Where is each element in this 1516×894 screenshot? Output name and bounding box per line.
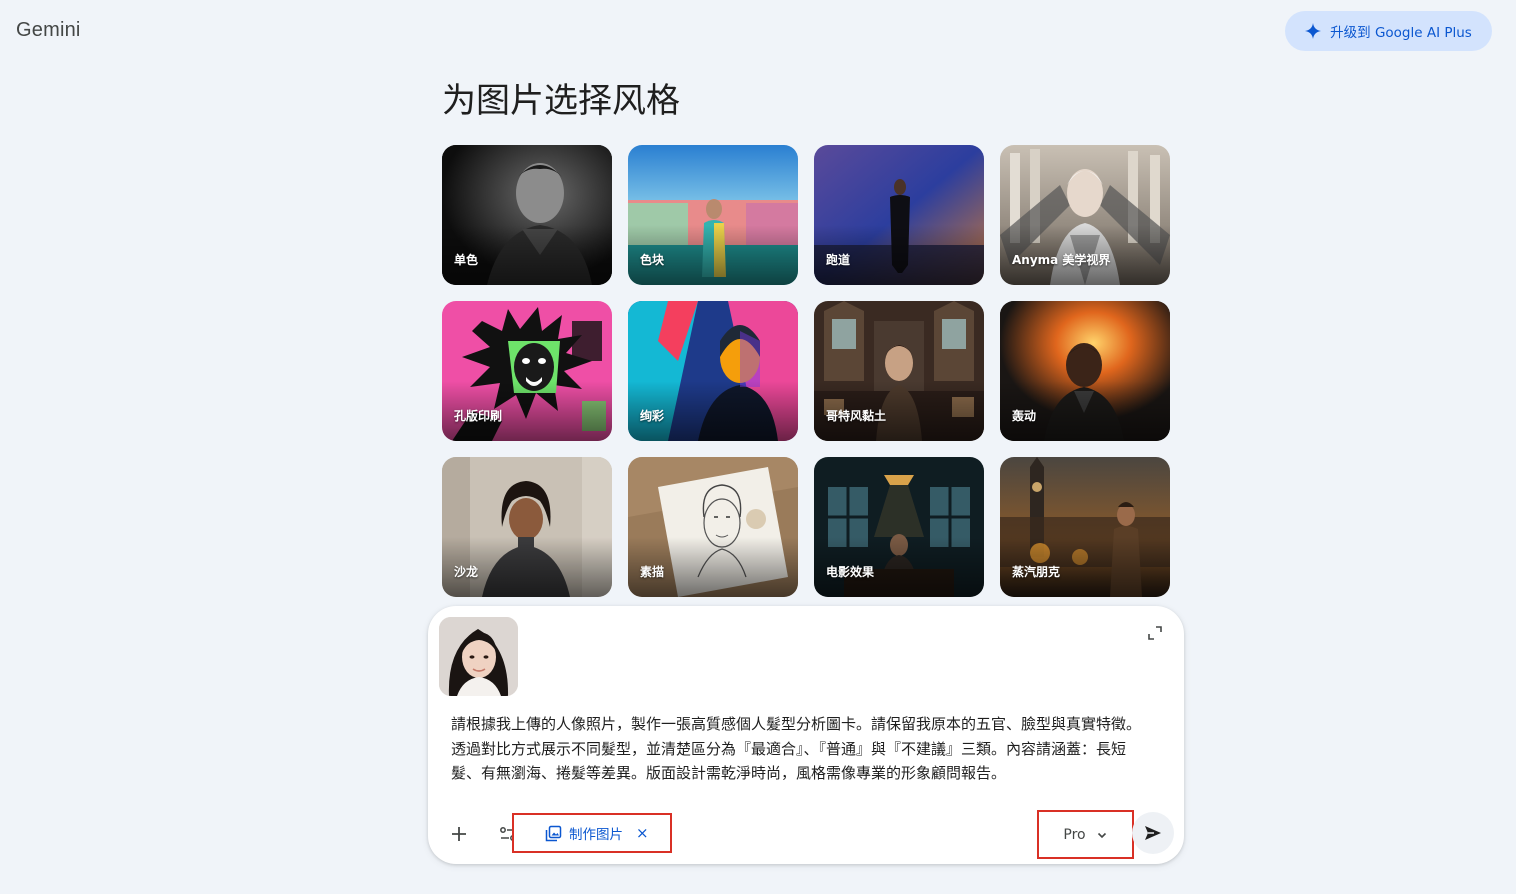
- style-card-steampunk[interactable]: 蒸汽朋克: [1000, 457, 1170, 597]
- make-image-label: 制作图片: [569, 827, 623, 843]
- style-card-risograph[interactable]: 孔版印刷: [442, 301, 612, 441]
- style-label: 蒸汽朋克: [1012, 565, 1061, 579]
- gemini-app: Gemini 升级到 Google AI Plus 为图片选择风格 单色 色块 …: [0, 0, 1516, 894]
- attached-image-thumbnail[interactable]: [439, 617, 518, 696]
- send-button[interactable]: [1132, 812, 1174, 854]
- style-label: 素描: [640, 565, 665, 579]
- style-label: 沙龙: [454, 565, 479, 579]
- send-icon: [1145, 826, 1161, 840]
- model-label: Pro: [1063, 826, 1086, 843]
- image-gallery-icon: [545, 825, 562, 841]
- style-card-monochrome[interactable]: 单色: [442, 145, 612, 285]
- style-card-salon[interactable]: 沙龙: [442, 457, 612, 597]
- style-card-runway[interactable]: 跑道: [814, 145, 984, 285]
- style-card-cinematic[interactable]: 电影效果: [814, 457, 984, 597]
- style-label: 哥特风黏土: [826, 409, 887, 423]
- prompt-composer: 請根據我上傳的人像照片，製作一張高質感個人髮型分析圖卡。請保留我原本的五官、臉型…: [428, 606, 1184, 864]
- upgrade-button[interactable]: 升级到 Google AI Plus: [1285, 11, 1492, 51]
- style-card-vibrant[interactable]: 绚彩: [628, 301, 798, 441]
- expand-icon[interactable]: [1146, 624, 1164, 642]
- style-label: 绚彩: [640, 409, 665, 423]
- style-label: 孔版印刷: [454, 409, 503, 423]
- style-label: 轰动: [1012, 409, 1037, 423]
- style-label: 跑道: [826, 253, 851, 267]
- chevron-down-icon: [1097, 832, 1106, 838]
- style-card-gothic-clay[interactable]: 哥特风黏土: [814, 301, 984, 441]
- style-card-color-block[interactable]: 色块: [628, 145, 798, 285]
- style-card-explosive[interactable]: 轰动: [1000, 301, 1170, 441]
- style-card-anyma[interactable]: Anyma 美学视界: [1000, 145, 1170, 285]
- style-label: 单色: [454, 253, 479, 267]
- plus-icon: [452, 827, 466, 841]
- prompt-text[interactable]: 請根據我上傳的人像照片，製作一張高質感個人髮型分析圖卡。請保留我原本的五官、臉型…: [451, 712, 1151, 786]
- page-title: 为图片选择风格: [442, 81, 680, 121]
- portrait-photo-thumbnail: [439, 617, 518, 696]
- model-selector[interactable]: Pro: [1037, 810, 1134, 859]
- style-card-sketch[interactable]: 素描: [628, 457, 798, 597]
- style-label: 色块: [640, 253, 665, 267]
- close-icon[interactable]: ×: [636, 825, 649, 841]
- style-label: 电影效果: [826, 565, 875, 579]
- sparkle-icon: [1305, 23, 1322, 39]
- add-attachment-button[interactable]: [446, 821, 472, 847]
- upgrade-label: 升级到 Google AI Plus: [1330, 25, 1472, 41]
- app-brand[interactable]: Gemini: [16, 19, 81, 42]
- style-label: Anyma 美学视界: [1012, 253, 1111, 267]
- make-image-tool-chip[interactable]: 制作图片 ×: [512, 813, 672, 853]
- style-grid: 单色 色块 跑道 Anyma 美学视界 孔版印刷 绚彩 哥特风黏土 轰动 沙龙 …: [442, 145, 1170, 597]
